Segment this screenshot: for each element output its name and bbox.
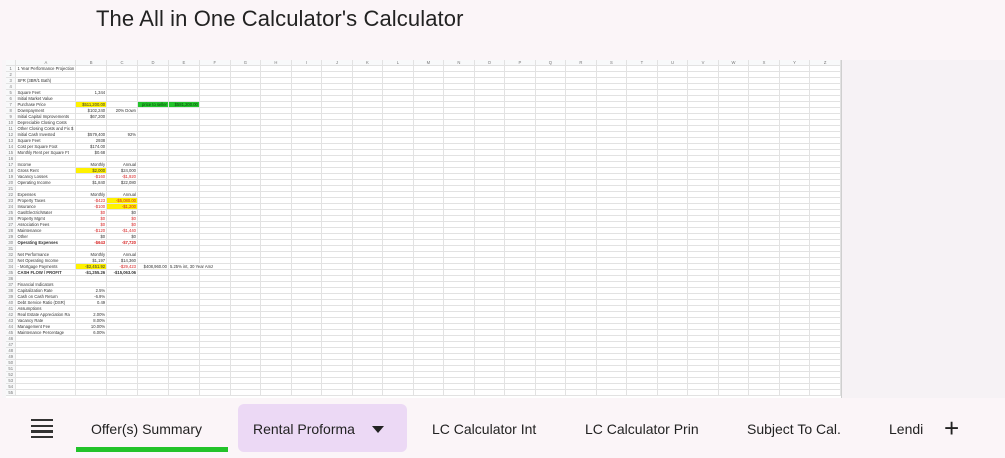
tab-lendi[interactable]: Lendi [889, 421, 923, 437]
hamburger-menu-icon[interactable] [31, 419, 53, 439]
cell-a[interactable]: 1 Year Performance Projection [15, 65, 77, 72]
empty-cell[interactable] [199, 389, 231, 396]
tab-lc-calculator-int[interactable]: LC Calculator Int [432, 421, 536, 437]
tab-underline [76, 447, 228, 452]
sheet-row: 55 [6, 389, 841, 396]
cell-e[interactable] [168, 389, 200, 396]
empty-cell[interactable] [413, 389, 445, 396]
cell-a[interactable]: Monthly Rent per Square Ft [15, 149, 77, 156]
empty-cell[interactable] [809, 389, 841, 396]
cell-table[interactable]: ABCDEFGHIJKLMNOPQRSTUVWXYZ11 Year Perfor… [6, 60, 841, 396]
empty-cell[interactable] [687, 389, 719, 396]
cell-a[interactable]: Initial Capital Improvements [15, 113, 77, 120]
cell-d[interactable] [137, 389, 169, 396]
empty-cell[interactable] [565, 389, 597, 396]
empty-cell[interactable] [230, 389, 262, 396]
tab-offers-summary[interactable]: Offer(s) Summary [91, 421, 202, 437]
empty-cell[interactable] [535, 389, 567, 396]
empty-cell[interactable] [626, 389, 658, 396]
empty-cell[interactable] [443, 389, 475, 396]
row-number[interactable]: 55 [6, 389, 17, 396]
empty-cell[interactable] [321, 389, 353, 396]
cell-a[interactable] [15, 389, 77, 396]
empty-cell[interactable] [718, 389, 750, 396]
tab-subject-to-cal[interactable]: Subject To Cal. [747, 421, 841, 437]
empty-cell[interactable] [291, 389, 323, 396]
cell-c[interactable] [106, 389, 139, 396]
cell-a[interactable]: Real Estate Appreciation Ra [15, 311, 77, 318]
empty-cell[interactable] [596, 389, 628, 396]
empty-cell[interactable] [748, 389, 780, 396]
tab-rental-proforma[interactable]: Rental Proforma [253, 421, 355, 437]
caret-down-icon[interactable] [372, 426, 384, 433]
empty-cell[interactable] [352, 389, 384, 396]
empty-cell[interactable] [779, 389, 811, 396]
empty-cell[interactable] [474, 389, 506, 396]
sheet-overflow-area [842, 60, 1005, 398]
spreadsheet-grid[interactable]: ABCDEFGHIJKLMNOPQRSTUVWXYZ11 Year Perfor… [6, 60, 842, 398]
cell-d[interactable]: price to seller [137, 101, 169, 108]
empty-cell[interactable] [382, 389, 414, 396]
empty-cell[interactable] [504, 389, 536, 396]
empty-cell[interactable] [260, 389, 292, 396]
app-title: The All in One Calculator's Calculator [96, 6, 464, 31]
cell-a[interactable]: Depreciable Closing Costs [15, 119, 77, 126]
empty-cell[interactable] [657, 389, 689, 396]
cell-a[interactable]: Other Closing Costs and Fix $ [15, 125, 77, 132]
tab-lc-calculator-prin[interactable]: LC Calculator Prin [585, 421, 699, 437]
sheet-area: ABCDEFGHIJKLMNOPQRSTUVWXYZ11 Year Perfor… [2, 60, 1005, 398]
plus-icon[interactable]: + [944, 415, 959, 441]
cell-b[interactable] [75, 389, 108, 396]
